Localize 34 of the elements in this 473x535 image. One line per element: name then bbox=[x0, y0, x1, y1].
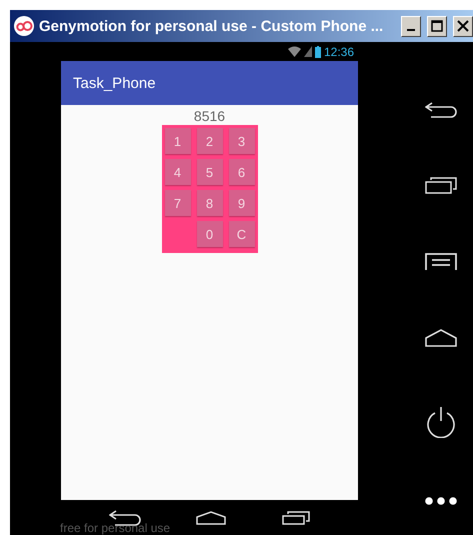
more-icon[interactable] bbox=[424, 497, 456, 506]
back-icon[interactable] bbox=[424, 102, 456, 118]
keypad-key[interactable]: 7 bbox=[164, 190, 190, 216]
keypad-key[interactable]: 3 bbox=[228, 128, 254, 154]
recent-apps-icon[interactable] bbox=[424, 176, 456, 194]
window-title: Genymotion for personal use - Custom Phone ... bbox=[39, 18, 384, 34]
maximize-icon bbox=[431, 20, 443, 32]
keypad-key[interactable]: 8 bbox=[196, 190, 222, 216]
home-icon[interactable] bbox=[424, 329, 456, 348]
keypad-key[interactable]: 4 bbox=[164, 159, 190, 185]
number-display: 8516 bbox=[194, 107, 226, 125]
power-icon[interactable] bbox=[424, 406, 456, 438]
menu-icon[interactable] bbox=[424, 252, 456, 270]
signal-icon bbox=[304, 46, 312, 57]
app-title: Task_Phone bbox=[73, 74, 156, 92]
status-time: 12:36 bbox=[324, 44, 354, 58]
maximize-button[interactable] bbox=[427, 16, 447, 36]
minimize-icon bbox=[407, 29, 415, 31]
close-icon bbox=[457, 20, 469, 32]
keypad-key[interactable]: 2 bbox=[196, 128, 222, 154]
watermark-text: free for personal use bbox=[60, 521, 170, 535]
battery-icon bbox=[314, 46, 321, 58]
app-logo-icon bbox=[13, 15, 35, 37]
keypad-key[interactable]: 0 bbox=[196, 221, 222, 247]
keypad-key[interactable]: 5 bbox=[196, 159, 222, 185]
keypad-key[interactable]: 9 bbox=[228, 190, 254, 216]
close-button[interactable] bbox=[453, 16, 473, 36]
home-icon[interactable] bbox=[196, 510, 226, 524]
keypad-key[interactable]: 1 bbox=[164, 128, 190, 154]
wifi-icon bbox=[288, 46, 301, 57]
minimize-button[interactable] bbox=[401, 16, 421, 36]
keypad-key[interactable]: 6 bbox=[228, 159, 254, 185]
keypad-key[interactable]: C bbox=[228, 221, 254, 247]
recent-apps-icon[interactable] bbox=[282, 510, 310, 524]
